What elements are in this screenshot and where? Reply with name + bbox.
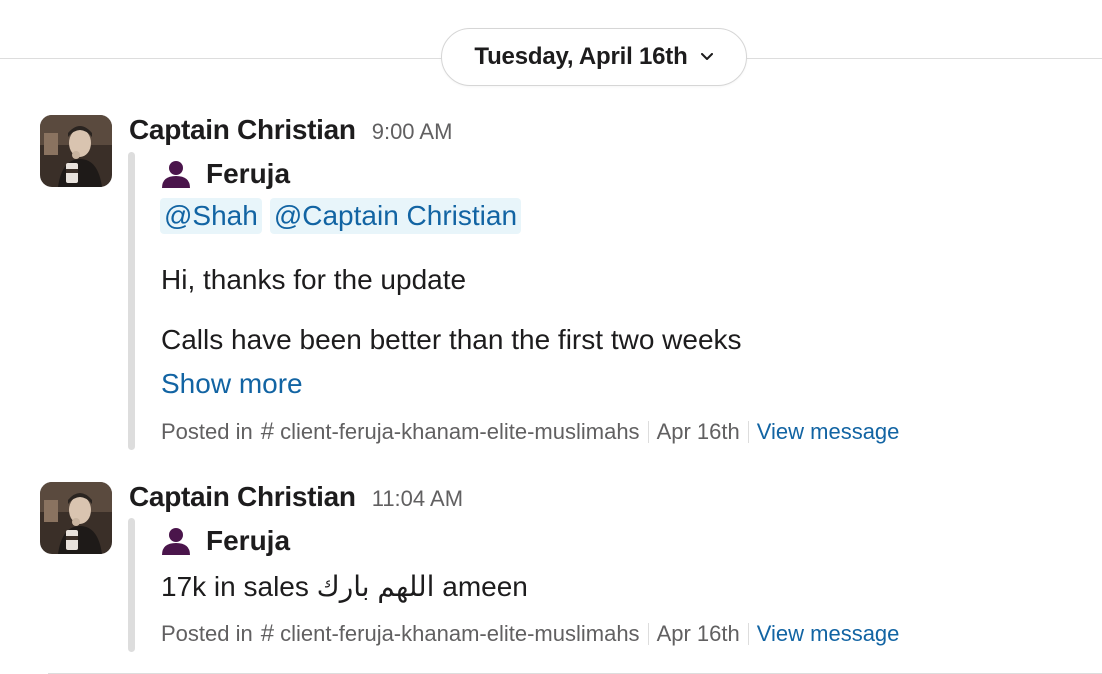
author-name[interactable]: Feruja: [206, 525, 290, 557]
quote-bar: [128, 152, 135, 450]
person-icon: [160, 525, 192, 557]
chevron-down-icon: [700, 50, 714, 64]
mention-captain-christian[interactable]: @Captain Christian: [269, 198, 522, 234]
shared-author: Feruja: [160, 525, 290, 557]
message-header: Captain Christian 11:04 AM: [129, 481, 463, 513]
show-more-link[interactable]: Show more: [161, 368, 303, 400]
mentions-row: @Shah @Captain Christian: [160, 198, 522, 234]
message-header: Captain Christian 9:00 AM: [129, 114, 452, 146]
posted-in-label: Posted in: [161, 621, 253, 646]
shared-meta: Posted in # client-feruja-khanam-elite-m…: [161, 418, 899, 446]
timestamp[interactable]: 9:00 AM: [372, 119, 453, 145]
separator: [647, 421, 649, 443]
message-text: Calls have been better than the first tw…: [161, 324, 742, 355]
date-divider-button[interactable]: Tuesday, April 16th: [441, 28, 747, 86]
timestamp[interactable]: 11:04 AM: [372, 486, 463, 512]
shared-author: Feruja: [160, 158, 290, 190]
channel-link[interactable]: client-feruja-khanam-elite-muslimahs: [280, 419, 639, 445]
channel-link[interactable]: client-feruja-khanam-elite-muslimahs: [280, 621, 639, 647]
person-icon: [160, 158, 192, 190]
sender-name[interactable]: Captain Christian: [129, 114, 356, 146]
message-text: Hi, thanks for the update: [161, 264, 467, 295]
date-label: Tuesday, April 16th: [474, 43, 688, 70]
separator: [747, 623, 749, 645]
avatar[interactable]: [40, 482, 112, 554]
view-message-link[interactable]: View message: [757, 419, 900, 445]
shared-meta: Posted in # client-feruja-khanam-elite-m…: [161, 620, 899, 648]
hash-icon: #: [260, 620, 275, 647]
shared-date: Apr 16th: [656, 621, 740, 646]
quote-bar: [128, 518, 135, 652]
posted-in-label: Posted in: [161, 419, 253, 444]
shared-date: Apr 16th: [656, 419, 740, 444]
sender-name[interactable]: Captain Christian: [129, 481, 356, 513]
separator: [647, 623, 649, 645]
separator: [747, 421, 749, 443]
message-text: 17k in sales اللهم بارك ameen: [161, 571, 528, 602]
avatar[interactable]: [40, 115, 112, 187]
mention-shah[interactable]: @Shah: [160, 198, 262, 234]
hash-icon: #: [260, 418, 275, 445]
author-name[interactable]: Feruja: [206, 158, 290, 190]
view-message-link[interactable]: View message: [757, 621, 900, 647]
